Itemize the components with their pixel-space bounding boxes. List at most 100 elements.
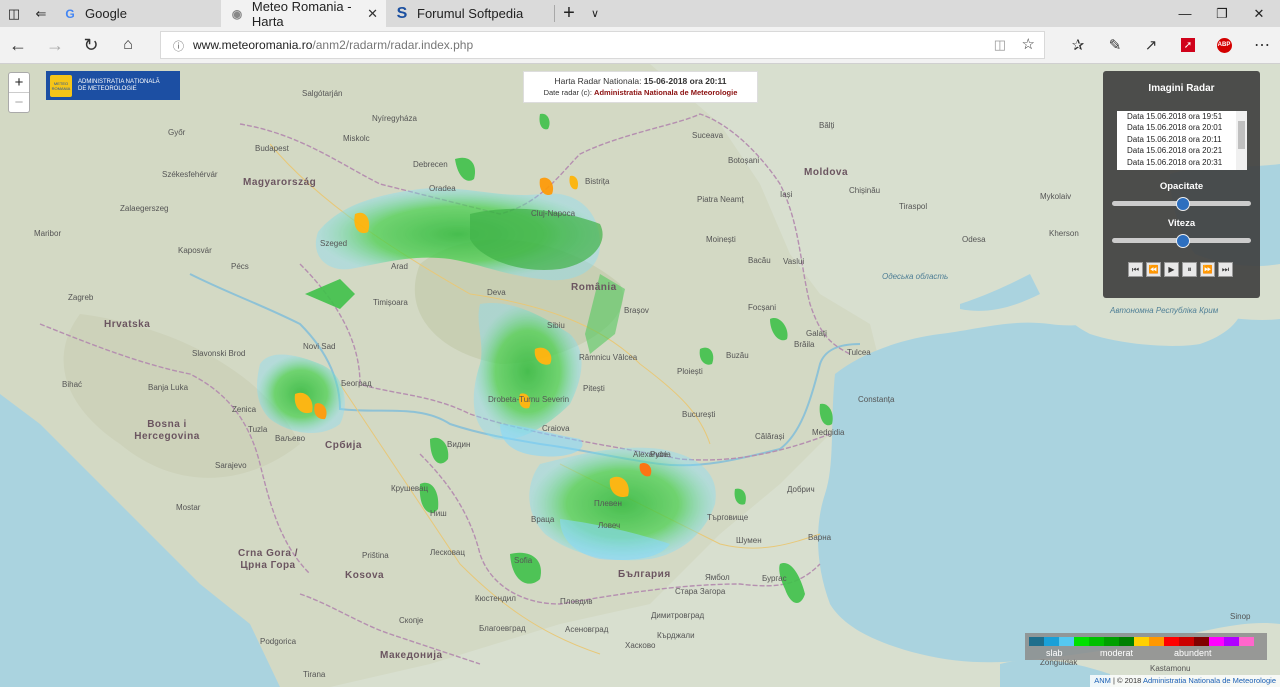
legend-swatch (1149, 637, 1164, 646)
set-aside-tabs-icon[interactable]: ⇐ (28, 0, 54, 27)
city-label: Szeged (320, 239, 348, 248)
forward-icon[interactable]: → (37, 27, 73, 63)
back-icon[interactable]: ← (0, 27, 36, 63)
radar-map[interactable]: Magyarország România Moldova Hrvatska Bo… (0, 64, 1280, 687)
first-frame-icon[interactable]: ⏮ (1128, 262, 1143, 277)
country-label: Moldova (804, 167, 849, 178)
city-label: Кърджали (657, 631, 695, 640)
city-label: Bălți (819, 121, 835, 130)
city-label: Botoșani (728, 156, 760, 165)
playback-controls: ⏮ ⏪ ▶ ⏸ ⏩ ⏭ (1128, 262, 1233, 277)
city-label: Стара Загора (675, 587, 726, 596)
country-label: Hrvatska (104, 319, 151, 330)
city-label: Banja Luka (148, 383, 189, 392)
frame-option[interactable]: Data 15.06.2018 ora 20:21 (1117, 145, 1247, 156)
opacity-slider-knob[interactable] (1175, 197, 1190, 211)
tab-google[interactable]: G Google (54, 0, 221, 27)
last-frame-icon[interactable]: ⏭ (1218, 262, 1233, 277)
city-label: Sofia (514, 556, 533, 565)
adblock-plus-icon[interactable]: ABP (1206, 27, 1242, 63)
city-label: Vaslui (783, 257, 805, 266)
tab-meteo-romania[interactable]: ◉ Meteo Romania - Harta ✕ (221, 0, 386, 29)
city-label: Tuzla (248, 425, 268, 434)
city-label: Drobeta-Turnu Severin (488, 395, 570, 404)
precipitation-legend: slab moderat abundent (1025, 633, 1267, 660)
speed-slider[interactable] (1112, 234, 1251, 248)
previous-frame-icon[interactable]: ⏪ (1146, 262, 1161, 277)
pause-icon[interactable]: ⏸ (1182, 262, 1197, 277)
tab-actions-icon[interactable]: ◫ (0, 0, 28, 27)
zoom-out-button[interactable]: − (9, 92, 29, 112)
address-bar[interactable]: ⓘ www.meteoromania.ro/anm2/radarm/radar.… (160, 31, 1045, 59)
info-icon[interactable]: ⓘ (173, 38, 184, 54)
city-label: Београд (341, 379, 372, 388)
city-label: Kastamonu (1150, 664, 1191, 673)
country-label: Magyarország (243, 177, 317, 188)
attrib-anm-link[interactable]: ANM (1094, 676, 1111, 685)
legend-swatch (1074, 637, 1089, 646)
city-label: Podgorica (260, 637, 297, 646)
country-label: Crna Gora / Црна Гора (238, 548, 298, 571)
minimize-icon[interactable]: — (1168, 0, 1202, 27)
more-icon[interactable]: ⋯ (1244, 27, 1280, 63)
legend-swatch (1239, 637, 1254, 646)
frame-option[interactable]: Data 15.06.2018 ora 20:01 (1117, 122, 1247, 133)
city-label: Bacău (748, 256, 771, 265)
close-tab-icon[interactable]: ✕ (367, 6, 378, 22)
region-label: Автономна Республіка Крим (1110, 306, 1219, 315)
pen-icon[interactable]: ✎ (1097, 27, 1133, 63)
speed-slider-knob[interactable] (1175, 234, 1190, 248)
tab-softpedia[interactable]: S Forumul Softpedia (386, 0, 554, 27)
opacity-slider[interactable] (1112, 197, 1251, 211)
legend-swatch (1089, 637, 1104, 646)
close-window-icon[interactable]: ✕ (1242, 0, 1276, 27)
city-label: Димитровград (651, 611, 705, 620)
anm-logo[interactable]: METEO ROMANIA ADMINISTRAȚIA NAȚIONALĂ DE … (46, 71, 180, 100)
city-label: Iași (780, 190, 793, 199)
new-tab-icon[interactable]: + (555, 0, 583, 27)
legend-swatch (1194, 637, 1209, 646)
next-frame-icon[interactable]: ⏩ (1200, 262, 1215, 277)
city-label: Ниш (430, 509, 447, 518)
country-label: Bosna i Hercegovina (134, 419, 200, 442)
url-path: /anm2/radarm/radar.index.php (312, 38, 474, 52)
play-icon[interactable]: ▶ (1164, 262, 1179, 277)
reading-view-icon[interactable]: ◫ (994, 37, 1006, 53)
refresh-icon[interactable]: ↻ (73, 27, 109, 63)
radar-frame-list[interactable]: Data 15.06.2018 ora 19:51 Data 15.06.201… (1117, 111, 1247, 170)
city-label: București (682, 410, 716, 419)
city-label: Győr (168, 128, 186, 137)
city-label: Tiraspol (899, 202, 928, 211)
city-label: Székesfehérvár (162, 170, 218, 179)
city-label: Buzău (726, 351, 749, 360)
city-label: Focșani (748, 303, 777, 312)
scrollbar-thumb[interactable] (1238, 121, 1245, 149)
logo-text: ADMINISTRAȚIA NAȚIONALĂ DE METEOROLOGIE (78, 79, 160, 93)
home-icon[interactable]: ⌂ (110, 27, 146, 63)
legend-swatches (1029, 637, 1254, 646)
city-label: Medgidia (812, 428, 845, 437)
frame-option[interactable]: Data 15.06.2018 ora 20:11 (1117, 134, 1247, 145)
restore-icon[interactable]: ❐ (1205, 0, 1239, 27)
legend-label-moderat: moderat (1100, 648, 1134, 658)
city-label: Sinop (1230, 612, 1251, 621)
chevron-down-icon[interactable]: ∨ (583, 0, 607, 27)
city-label: Timișoara (373, 298, 408, 307)
logo-line2: DE METEOROLOGIE (78, 85, 137, 92)
city-label: Bihać (62, 380, 83, 389)
city-label: Zalaegerszeg (120, 204, 169, 213)
city-label: Novi Sad (303, 342, 336, 351)
frame-option[interactable]: Data 15.06.2018 ora 20:31 (1117, 157, 1247, 168)
frame-option[interactable]: Data 15.06.2018 ora 19:51 (1117, 111, 1247, 122)
zoom-in-button[interactable]: + (9, 73, 29, 92)
list-scrollbar[interactable] (1236, 111, 1247, 170)
share-icon[interactable]: ↗ (1133, 27, 1169, 63)
extension-red-icon[interactable]: ➚ (1170, 27, 1206, 63)
attrib-org-link[interactable]: Administratia Nationala de Meteorologie (1143, 676, 1276, 685)
favorites-hub-icon[interactable]: ✰ (1060, 27, 1096, 63)
legend-swatch (1164, 637, 1179, 646)
country-label: Македонија (380, 650, 443, 661)
favorite-star-icon[interactable]: ☆ (1022, 35, 1035, 53)
credit-prefix: Date radar (c): (543, 88, 595, 97)
city-label: Ловеч (598, 521, 621, 530)
